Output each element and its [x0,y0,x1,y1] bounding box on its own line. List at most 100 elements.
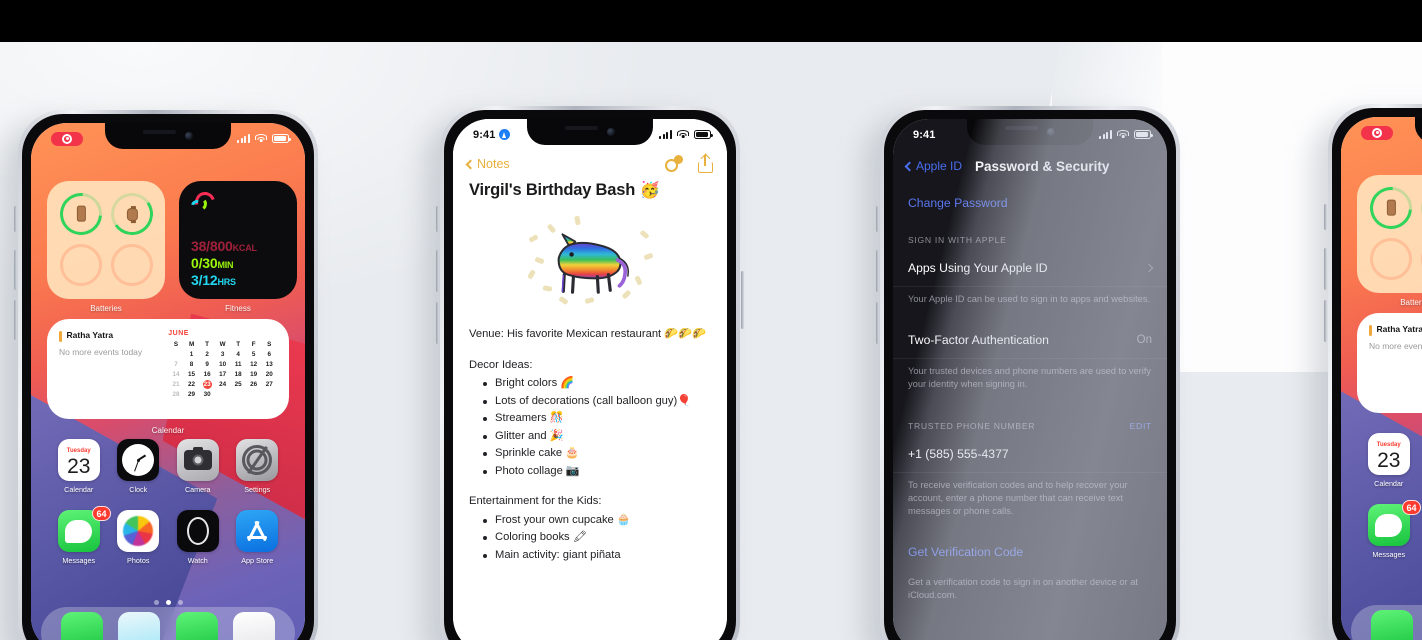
app-icon-calendar[interactable]: Tuesday 23 Calendar [1359,433,1419,488]
screen-recording-indicator [51,131,83,146]
volume-down-button[interactable] [436,302,439,344]
phone-screen[interactable]: 9:41 Apple ID Password & Security Change… [893,119,1167,640]
back-to-notes-button[interactable]: Notes [465,157,510,171]
record-dot-icon [62,133,72,144]
collaborate-icon[interactable] [665,154,684,174]
calendar-day: 4 [236,351,240,358]
phone-screen[interactable]: Batteries 38/800KCAL 0/30MIN 3/12HR [31,123,305,640]
settings-row-label: +1 (585) 555-4377 [908,447,1009,461]
phone-frame: Batteries 38/800KCAL 0/30MIN 3/12HR [1324,104,1422,640]
phone-settings-app[interactable]: 9:41 Apple ID Password & Security Change… [864,106,1180,640]
calendar-day: 16 [203,371,211,378]
calendar-day: 24 [219,381,227,388]
app-icon-settings[interactable]: Settings [228,439,288,494]
calendar-day: 30 [203,391,211,398]
calendar-day: 19 [250,371,258,378]
dock-facetime-icon[interactable] [175,612,218,640]
volume-up-button[interactable] [1324,248,1327,290]
app-label: Clock [129,485,148,494]
calendar-day: 15 [188,371,196,378]
batteries-widget[interactable]: Batteries [1357,175,1422,307]
watch-icon[interactable] [176,510,219,552]
phone-screen[interactable]: Batteries 38/800KCAL 0/30MIN 3/12HR [1341,117,1422,640]
settings-spacer [893,306,1167,322]
dock[interactable] [1351,605,1422,640]
phone-home-screen[interactable]: Batteries 38/800KCAL 0/30MIN 3/12HRS Fit… [2,110,318,640]
app-icon-clock[interactable]: Clock [109,439,169,494]
back-to-apple-id-button[interactable]: Apple ID [904,159,962,173]
settings-row-two-factor-authentication[interactable]: Two-Factor Authentication On [893,322,1167,359]
edit-button[interactable]: Edit [1130,421,1152,431]
app-icon-clock[interactable]: Clock [1419,433,1422,488]
volume-down-button[interactable] [876,302,879,344]
widget-row: Batteries 38/800KCAL 0/30MIN 3/12HR [47,181,297,313]
app-icon-calendar[interactable]: Tuesday 23 Calendar [49,439,109,494]
status-bar [1341,117,1422,145]
mute-switch[interactable] [436,206,439,232]
dock-music-icon[interactable] [233,612,276,640]
earpiece-speaker [142,130,176,134]
battery-icon [694,130,713,139]
settings-gear-icon[interactable] [236,439,279,481]
settings-row-apps-using-your-apple-id[interactable]: Apps Using Your Apple ID [893,250,1167,287]
settings-row-get-verification-code[interactable]: Get Verification Code [893,534,1167,570]
calendar-icon[interactable]: Tuesday 23 [1367,433,1410,475]
volume-up-button[interactable] [876,250,879,292]
camera-icon[interactable] [176,439,219,481]
dock-phone-icon[interactable] [60,612,103,640]
volume-down-button[interactable] [14,300,17,340]
power-button[interactable] [741,271,744,329]
volume-down-button[interactable] [1324,300,1327,342]
calendar-day [261,390,277,399]
app-label: Messages [1372,550,1406,559]
battery-icon [1134,130,1153,139]
page-indicator[interactable] [1341,598,1422,603]
note-content[interactable]: Virgil's Birthday Bash 🥳 Venue: His favo… [453,181,727,640]
app-icon-photos[interactable]: Photos [109,510,169,565]
mute-switch[interactable] [14,206,17,232]
calendar-dow: S [267,341,272,348]
calendar-day: 2 [205,351,209,358]
share-icon[interactable] [698,153,713,173]
calendar-widget[interactable]: Ratha Yatra No more events today JUNE SM… [47,319,289,419]
app-icon-app-store[interactable]: App Store [228,510,288,565]
phone-notes-app[interactable]: 9:41 Notes Virgil's Birthday Bash 🥳 Venu… [424,106,744,640]
calendar-day: 21 [172,381,180,388]
app-icon-messages[interactable]: 64 Messages [49,506,111,565]
signal-bars-icon [236,134,250,143]
phone-home-screen-cropped[interactable]: Batteries 38/800KCAL 0/30MIN 3/12HR [1312,104,1422,640]
event-color-bar [1369,325,1372,336]
note-entertainment-list: Frost your own cupcake 🧁 Coloring books 🖍… [469,512,711,565]
app-icon-watch[interactable]: Watch [168,510,228,565]
clock-icon[interactable] [117,439,160,481]
settings-footer-text: Get a verification code to sign in on an… [908,577,1138,600]
app-icon-messages[interactable]: 64 Messages [1359,500,1421,559]
settings-row-change-password[interactable]: Change Password [893,185,1167,221]
calendar-icon[interactable]: Tuesday 23 [57,439,100,481]
phone-bezel: 9:41 Notes Virgil's Birthday Bash 🥳 Venu… [444,110,736,640]
notch [966,119,1094,145]
settings-row-label: Apps Using Your Apple ID [908,261,1048,275]
app-icon-camera[interactable]: Camera [168,439,228,494]
mute-switch[interactable] [1324,204,1327,230]
volume-up-button[interactable] [14,250,17,290]
dock-phone-icon[interactable] [1370,610,1413,640]
dock[interactable] [41,607,295,640]
batteries-widget[interactable]: Batteries [47,181,165,313]
dock-messages-icon[interactable] [118,612,161,640]
photos-icon[interactable] [117,510,160,552]
calendar-day: 25 [234,381,242,388]
fitness-widget[interactable]: 38/800KCAL 0/30MIN 3/12HRS Fitness [179,181,297,313]
calendar-day: 17 [219,371,227,378]
app-store-icon[interactable] [236,510,279,552]
signal-bars-icon [658,130,672,139]
volume-up-button[interactable] [436,250,439,292]
mute-switch[interactable] [876,206,879,232]
calendar-widget[interactable]: Ratha Yatra No more events today JUNE SM… [1357,313,1422,413]
calendar-day: 11 [234,361,242,368]
calendar-dow: T [236,341,241,348]
stand-stat: 3/12HRS [191,272,236,288]
settings-footer-text: Your trusted devices and phone numbers a… [908,366,1152,389]
page-indicator[interactable] [31,600,305,605]
phone-screen[interactable]: 9:41 Notes Virgil's Birthday Bash 🥳 Venu… [453,119,727,640]
